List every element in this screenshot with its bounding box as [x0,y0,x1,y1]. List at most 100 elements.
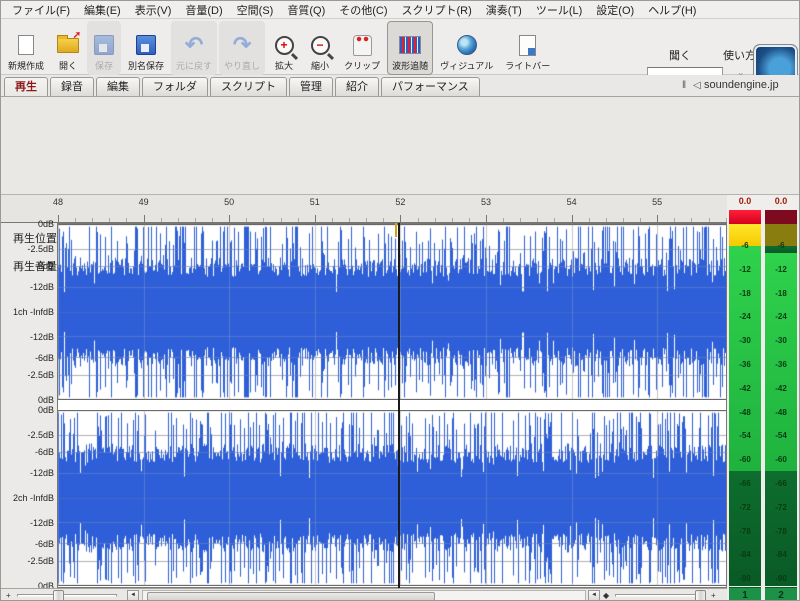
menu-item[interactable]: スクリプト(R) [395,2,479,18]
tab-active[interactable]: 再生 [4,77,48,96]
h-zoom-slider-thumb[interactable] [53,590,64,601]
ruler-tick-label: 49 [139,197,149,207]
db-label: 0dB [2,220,54,229]
toolbar-button-save-as-floppy[interactable]: 別名保存 [123,21,169,75]
v-zoom-slider-thumb[interactable] [695,590,706,601]
ruler-tick-label: 48 [53,197,63,207]
ruler-tick [58,215,59,222]
tab-item[interactable]: フォルダ [142,77,208,96]
tab-item[interactable]: 管理 [289,77,333,96]
toolbar-button-lightbar-doc[interactable]: ライトバー [500,21,555,75]
meter-scale-label: -30 [729,336,761,345]
ruler-minor-tick [281,218,282,222]
ruler-tick [572,215,573,222]
meter-scale-label: -84 [765,550,797,559]
toolbar-button-redo-arrow[interactable]: やり直し [219,21,265,75]
toolbar-button-open-folder[interactable]: 開く [51,21,85,75]
waveform-channel-2[interactable] [58,410,726,586]
ruler-minor-tick [674,218,675,222]
toolbar-button-undo-arrow[interactable]: 元に戻す [171,21,217,75]
time-ruler[interactable]: 4849505152535455 [1,195,727,223]
menu-item[interactable]: 音質(Q) [280,2,332,18]
zoom-out-icon [308,33,332,57]
menu-item[interactable]: 編集(E) [77,2,128,18]
level-meters: 0.0 0.0 -6-6-12-12-18-18-24-24-30-30-36-… [727,195,800,601]
scroll-left-arrow[interactable]: ◄ [127,590,139,601]
ruler-tick [229,215,230,222]
menu-item[interactable]: 音量(D) [178,2,229,18]
h-scrollbar-thumb[interactable] [147,592,435,601]
ruler-minor-tick [75,218,76,222]
menu-item[interactable]: 表示(V) [128,2,179,18]
db-label: -12dB [2,469,54,478]
tab-item[interactable]: スクリプト [210,77,287,96]
ruler-tick-label: 53 [481,197,491,207]
menu-item[interactable]: 演奏(T) [479,2,529,18]
waveform-channel-1[interactable] [58,224,726,400]
menu-item[interactable]: その他(C) [332,2,394,18]
meter-scale-label: -72 [765,503,797,512]
h-zoom-slider-track[interactable] [17,594,117,597]
meter-scale-label: -66 [765,479,797,488]
h-scrollbar-track[interactable] [142,590,586,601]
v-zoom-slider-track[interactable] [615,594,703,597]
tab-item[interactable]: 紹介 [335,77,379,96]
ruler-minor-tick [298,218,299,222]
ruler-tick-label: 50 [224,197,234,207]
usage-label[interactable]: 使い方 [723,47,756,63]
ruler-minor-tick [623,218,624,222]
meter-scale-label: -42 [729,384,761,393]
tab-item[interactable]: 編集 [96,77,140,96]
menu-item[interactable]: ヘルプ(H) [641,2,703,18]
toolbar-button-zoom-in[interactable]: 拡大 [267,21,301,75]
meter-scale-label: -24 [765,312,797,321]
site-label[interactable]: soundengine.jp [704,79,779,91]
toolbar-button-new-file[interactable]: 新規作成 [3,21,49,75]
ruler-tick-label: 51 [310,197,320,207]
clip-hand-icon [350,33,374,57]
new-file-icon [14,33,38,57]
meter-scale-label: -72 [729,503,761,512]
ruler-minor-tick [92,218,93,222]
meter-scale-label: -48 [765,408,797,417]
toolbar-button-waveform-follow[interactable]: 波形追随 [387,21,433,75]
ruler-minor-tick [537,218,538,222]
db-label: -6dB [2,262,54,271]
playhead-cursor[interactable] [398,223,400,588]
tab-item[interactable]: 録音 [50,77,94,96]
toolbar-button-zoom-out[interactable]: 縮小 [303,21,337,75]
zoom-plus-icon[interactable]: + [6,591,11,601]
meter-scale-label: -18 [729,289,761,298]
toolbar-button-clip-hand[interactable]: クリップ [339,21,385,75]
toolbar-button-visual-globe[interactable]: ヴィジュアル [435,21,498,75]
undo-arrow-icon [182,33,206,57]
meter-darkred-segment [765,210,797,224]
ruler-tick [657,215,658,222]
meter-channel-label-1: 1 [729,587,761,601]
tab-item[interactable]: パフォーマンス [381,77,480,96]
menu-item[interactable]: ツール(L) [529,2,589,18]
waveform-follow-icon [398,33,422,57]
zoom-plus-icon[interactable]: + [711,591,716,601]
menu-item[interactable]: 空間(S) [230,2,281,18]
ruler-minor-tick [606,218,607,222]
meter-scale-label: -18 [765,289,797,298]
db-label: -2.5dB [2,245,54,254]
meter-scale-label: -12 [765,265,797,274]
ruler-minor-tick [520,218,521,222]
meter-scale-label: -12 [729,265,761,274]
toolbar-button-save-floppy[interactable]: 保存 [87,21,121,75]
menu-item[interactable]: ファイル(F) [5,2,77,18]
ruler-minor-tick [161,218,162,222]
tabs: 再生録音編集フォルダスクリプト管理紹介パフォーマンス [4,77,482,96]
db-label: -12dB [2,519,54,528]
db-label: -12dB [2,283,54,292]
save-as-floppy-icon [134,33,158,57]
meter-scale-label: -90 [729,574,761,583]
ruler-tick [144,215,145,222]
visual-globe-icon [455,33,479,57]
menu-item[interactable]: 設定(O) [589,2,641,18]
ruler-tick [400,215,401,222]
meter-scale-label: -90 [765,574,797,583]
scroll-right-arrow[interactable]: ◄ [588,590,600,601]
